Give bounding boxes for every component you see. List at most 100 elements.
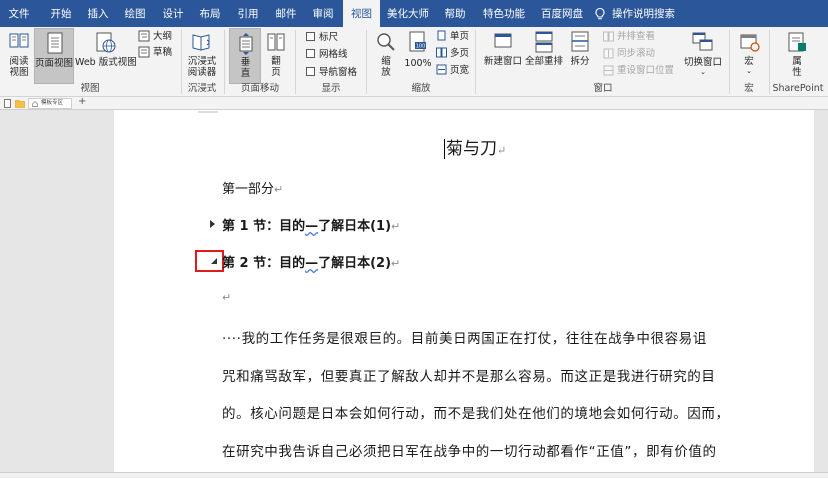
tab-insert[interactable]: 插入 [79,0,117,27]
add-tab-button[interactable]: + [78,96,86,107]
new-window-button[interactable]: 新建窗口 [482,28,524,84]
tab-design[interactable]: 设计 [154,0,192,27]
switch-windows-dropdown-icon: ⌄ [700,68,706,76]
one-page-button[interactable]: 单页 [450,31,469,42]
folder-icon[interactable] [15,99,25,108]
ribbon-tab-bar: 文件 开始 插入 绘图 设计 布局 引用 邮件 审阅 视图 美化大师 帮助 特色… [0,0,828,28]
immersive-group-label: 沉浸式 [187,83,217,94]
switch-windows-button[interactable]: 切换窗口 ⌄ [683,28,723,84]
immersive-reader-label: 沉浸式 阅读器 [187,56,217,78]
multiple-pages-button[interactable]: 多页 [450,48,469,59]
document-tab-strip: 模板专区 + [0,96,828,110]
tab-mailings[interactable]: 邮件 [267,0,305,27]
empty-paragraph[interactable]: ↵ [222,290,231,305]
collapse-section-2-icon[interactable] [210,257,218,265]
reading-view-icon [9,33,29,48]
side-by-side-icon [603,31,614,42]
document-title-text: 菊与刀 [444,139,497,159]
tab-file[interactable]: 文件 [0,0,38,27]
section-1-heading[interactable]: 第 1 节：目的—了解日本(1)↵ [222,215,400,234]
ruler-checkbox[interactable] [306,32,315,41]
multiple-pages-icon [436,47,447,58]
macros-group-label: 宏 [744,83,754,94]
new-document-icon[interactable] [3,99,12,108]
zoom-button[interactable]: 缩 放 [372,28,400,84]
body-line-1[interactable]: ····我的工作任务是很艰巨的。目前美日两国正在打仗，往往在战争中很容易诅 [222,327,722,347]
document-page[interactable]: 菊与刀↵ 第一部分↵ 第 1 节：目的—了解日本(1)↵ 第 2 节：目的—了解… [114,110,814,472]
tab-baidu-netdisk[interactable]: 百度网盘 [532,0,592,27]
arrange-all-label: 全部重排 [525,56,564,67]
properties-button[interactable]: 属 性 [782,28,812,84]
section-2-suffix: 了解日本(2) [318,256,392,271]
tab-review[interactable]: 审阅 [304,0,342,27]
tab-home[interactable]: 开始 [42,0,80,27]
reading-view-button[interactable]: 阅读 视图 [4,28,34,84]
document-title[interactable]: 菊与刀↵ [444,134,506,159]
web-layout-icon [96,32,116,53]
ribbon-view: 阅读 视图 页面视图 Web 版式视图 大纲 草稿 视图 沉浸式 阅读器 沉浸式… [0,27,828,97]
ribbon-separator [729,30,730,94]
zoom-label: 缩 放 [381,56,391,78]
magnifier-icon [377,33,395,51]
immersive-reader-button[interactable]: 沉浸式 阅读器 [184,28,220,84]
zoom-100-button[interactable]: 100 100% [403,28,433,84]
print-layout-button[interactable]: 页面视图 [34,28,74,84]
section-1-suffix: 了解日本(1) [318,219,392,234]
view-side-by-side-button[interactable]: 并排查看 [617,31,655,42]
split-button[interactable]: 拆分 [566,28,594,84]
gridlines-checkbox[interactable] [306,49,315,58]
reset-window-position-button[interactable]: 重设窗口位置 [617,65,674,76]
web-layout-button[interactable]: Web 版式视图 [75,28,137,84]
draft-button[interactable]: 草稿 [153,47,172,58]
ribbon-separator [224,30,225,94]
outline-button[interactable]: 大纲 [153,31,172,42]
tab-draw[interactable]: 绘图 [116,0,154,27]
new-window-label: 新建窗口 [483,56,522,67]
section-1-dash: — [305,219,319,234]
tab-references[interactable]: 引用 [229,0,267,27]
draft-icon [138,46,150,58]
tab-special-features[interactable]: 特色功能 [476,0,532,27]
expand-section-1-icon[interactable] [210,220,215,228]
page-width-button[interactable]: 页宽 [450,65,469,76]
vertical-scrollbar[interactable] [814,110,828,472]
home-icon [32,101,38,107]
side-to-side-button[interactable]: 翻 页 [262,28,290,84]
tab-beautify-master[interactable]: 美化大师 [383,0,433,27]
tab-layout[interactable]: 布局 [191,0,229,27]
part-heading[interactable]: 第一部分↵ [222,178,283,197]
ribbon-separator [366,30,367,94]
paragraph-mark: ↵ [222,291,232,304]
arrange-all-button[interactable]: 全部重排 [525,28,563,84]
vertical-label: 垂 直 [240,57,251,79]
window-group-label: 窗口 [593,83,613,94]
template-zone-tab[interactable]: 模板专区 [28,98,72,109]
macros-button[interactable]: 宏 ⌄ [733,28,765,84]
section-1-prefix: 第 1 节：目的 [222,219,306,234]
tab-view[interactable]: 视图 [343,0,380,28]
sharepoint-group-label: SharePoint [772,83,824,94]
reset-window-icon [603,65,614,76]
show-group-label: 显示 [321,83,341,94]
tab-help[interactable]: 帮助 [437,0,473,27]
navigation-pane-checkbox[interactable] [306,67,315,76]
synchronous-scrolling-button[interactable]: 同步滚动 [617,48,655,59]
lightbulb-icon [595,7,605,20]
gridlines-label: 网格线 [319,49,348,60]
side-to-side-icon [267,33,285,51]
section-2-heading[interactable]: 第 2 节：目的—了解日本(2)↵ [222,252,400,271]
ribbon-separator [295,30,296,94]
zoom-100-icon: 100 [409,31,426,52]
paragraph-mark: ↵ [497,144,507,157]
margin-corner-mark [198,111,218,113]
vertical-button[interactable]: 垂 直 [229,28,261,84]
svg-text:100: 100 [416,44,426,50]
views-group-label: 视图 [80,83,100,94]
body-line-3[interactable]: 的。核心问题是日本会如何行动，而不是我们处在他们的境地会如何行动。因而， [222,402,729,422]
tell-me-search[interactable]: 操作说明搜索 [612,0,675,27]
body-line-4[interactable]: 在研究中我告诉自己必须把日军在战争中的一切行动都看作“正值”，即有价值的 [222,440,722,460]
print-layout-icon [47,32,63,54]
section-2-dash: — [305,256,319,271]
body-line-2[interactable]: 咒和痛骂敌军，但要真正了解敌人却并不是那么容易。而这正是我进行研究的目 [222,365,722,385]
macros-icon [740,34,760,52]
